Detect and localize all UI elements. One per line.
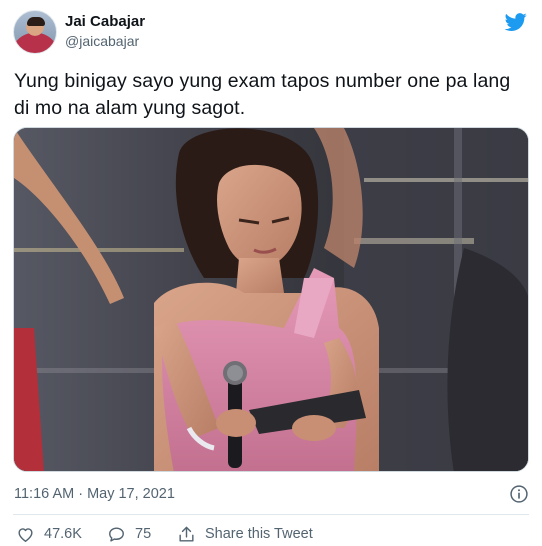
photo-illustration bbox=[14, 128, 528, 471]
reply-count: 75 bbox=[135, 526, 152, 542]
author-avatar[interactable] bbox=[13, 10, 57, 54]
info-icon[interactable] bbox=[509, 484, 529, 504]
action-divider bbox=[13, 514, 529, 515]
tweet-card: Jai Cabajar @jaicabajar Yung binigay say… bbox=[0, 0, 542, 546]
twitter-bird-icon[interactable] bbox=[503, 11, 529, 33]
tweet-photo[interactable] bbox=[13, 127, 529, 472]
share-upload-icon bbox=[179, 526, 194, 542]
reply-button[interactable]: 75 bbox=[107, 524, 151, 544]
tweet-text: Yung binigay sayo yung exam tapos number… bbox=[14, 70, 511, 119]
avatar-hair bbox=[27, 17, 45, 26]
author-name[interactable]: Jai Cabajar bbox=[65, 13, 145, 30]
like-count: 47.6K bbox=[44, 526, 82, 542]
author-handle[interactable]: @jaicabajar bbox=[65, 33, 139, 49]
tweet-timestamp[interactable]: 11:16 AM · May 17, 2021 bbox=[14, 486, 175, 502]
share-label: Share this Tweet bbox=[205, 526, 313, 542]
share-tweet-button[interactable]: Share this Tweet bbox=[177, 524, 313, 544]
heart-icon bbox=[18, 527, 33, 542]
like-button[interactable]: 47.6K bbox=[16, 524, 82, 544]
speech-bubble-icon bbox=[109, 526, 124, 542]
